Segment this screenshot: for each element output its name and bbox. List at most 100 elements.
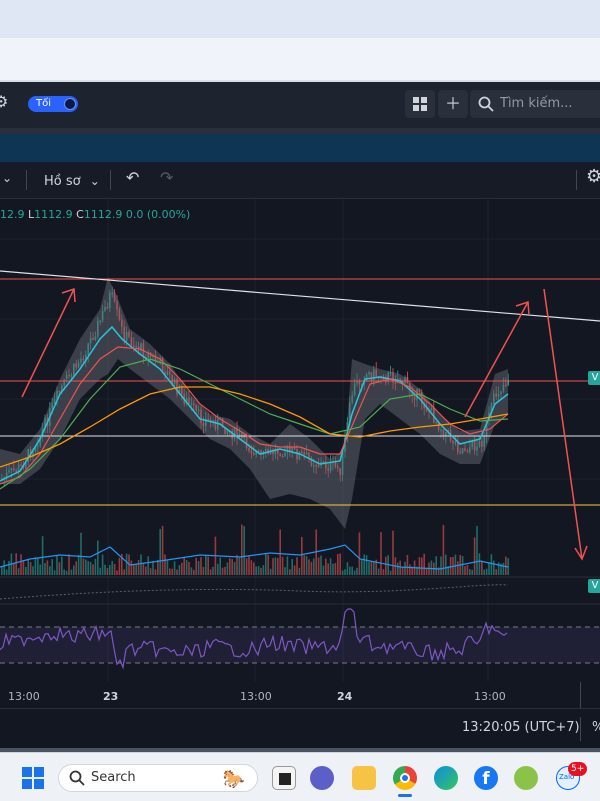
volume-bar bbox=[157, 559, 159, 575]
volume-bar bbox=[49, 566, 51, 575]
chart-toolbar: ⌄ Hồ sơ ⌄ ↶ ↷ ⚙ bbox=[0, 162, 600, 199]
settings-icon[interactable]: ⚙ bbox=[0, 92, 8, 111]
profile-dropdown[interactable]: Hồ sơ ⌄ bbox=[44, 170, 100, 189]
volume-bar bbox=[332, 563, 334, 575]
add-button[interactable]: ＋ bbox=[438, 90, 468, 118]
theme-toggle[interactable]: Tối bbox=[28, 96, 78, 112]
volume-bar bbox=[118, 557, 121, 575]
volume-bar bbox=[382, 569, 385, 575]
profile-label: Hồ sơ bbox=[44, 174, 81, 189]
volume-bar bbox=[130, 560, 133, 575]
volume-bar bbox=[32, 566, 34, 575]
active-indicator bbox=[398, 794, 412, 797]
volume-bar bbox=[281, 556, 284, 575]
volume-bar bbox=[197, 561, 200, 575]
volume-bar bbox=[404, 561, 406, 575]
volume-bar bbox=[111, 561, 113, 575]
facebook-icon[interactable]: f bbox=[474, 766, 498, 790]
volume-bar bbox=[109, 565, 111, 575]
volume-bar bbox=[188, 562, 190, 575]
volume-bar bbox=[293, 565, 296, 575]
volume-bar bbox=[457, 561, 459, 575]
file-explorer-icon[interactable] bbox=[352, 766, 376, 790]
rsi-band bbox=[0, 627, 600, 663]
volume-bar bbox=[399, 560, 401, 575]
toolbar-divider bbox=[26, 170, 27, 190]
chrome-icon[interactable] bbox=[393, 766, 417, 790]
taskbar-search[interactable]: Search 🐎 bbox=[58, 764, 258, 792]
volume-bar bbox=[22, 560, 25, 575]
volume-bar bbox=[161, 525, 164, 575]
volume-bar bbox=[3, 560, 5, 575]
time-axis[interactable]: 13:00 23 13:00 24 13:00 bbox=[0, 682, 600, 708]
legend-close-label: C bbox=[76, 208, 84, 221]
volume-bar bbox=[344, 569, 346, 575]
coccoc-icon[interactable] bbox=[514, 766, 538, 790]
video-call-icon[interactable] bbox=[310, 766, 334, 790]
volume-bar bbox=[248, 556, 250, 575]
volume-bar bbox=[257, 566, 260, 575]
volume-bar bbox=[320, 555, 322, 575]
volume-bar bbox=[61, 556, 63, 575]
volume-bar bbox=[461, 556, 464, 575]
volume-bar bbox=[140, 554, 142, 575]
percent-toggle[interactable]: % bbox=[592, 720, 600, 735]
volume-bar bbox=[145, 566, 147, 575]
clock-label[interactable]: 13:20:05 (UTC+7) bbox=[462, 720, 580, 735]
volume-bar bbox=[505, 556, 507, 575]
layout-grid-button[interactable] bbox=[405, 90, 435, 118]
volume-bar bbox=[269, 568, 272, 575]
volume-bar bbox=[265, 553, 267, 575]
volume-bar bbox=[310, 561, 313, 575]
volume-bar bbox=[149, 568, 152, 575]
volume-bar bbox=[135, 563, 137, 575]
volume-bar bbox=[305, 556, 308, 575]
chevron-down-icon[interactable]: ⌄ bbox=[2, 171, 12, 185]
volume-bar bbox=[87, 561, 89, 575]
volume-bar bbox=[272, 558, 274, 575]
volume-bar bbox=[37, 557, 39, 575]
volume-bar bbox=[243, 526, 245, 575]
volume-bar bbox=[51, 559, 53, 575]
volume-bar bbox=[25, 566, 27, 575]
zalo-badge: 5+ bbox=[568, 762, 588, 776]
chart-area[interactable]: 12.9 L1112.9 C1112.9 0.0 (0.00%) V V bbox=[0, 199, 600, 682]
redo-icon[interactable]: ↷ bbox=[160, 168, 173, 187]
volume-bar bbox=[46, 560, 49, 575]
volume-bar bbox=[418, 557, 421, 575]
volume-bar bbox=[27, 558, 29, 575]
volume-bar bbox=[104, 564, 106, 575]
volume-bar bbox=[469, 569, 471, 575]
price-chart[interactable] bbox=[0, 199, 600, 682]
volume-bar bbox=[202, 566, 205, 575]
chevron-down-icon: ⌄ bbox=[89, 174, 100, 188]
volume-bar bbox=[401, 566, 404, 575]
volume-bar bbox=[286, 556, 289, 575]
volume-bar bbox=[466, 564, 469, 575]
volume-bar bbox=[301, 536, 303, 575]
theme-toggle-label: Tối bbox=[36, 98, 52, 109]
volume-bar bbox=[358, 532, 361, 575]
search-box[interactable]: Tìm kiếm... bbox=[470, 90, 600, 118]
edge-icon[interactable] bbox=[434, 766, 458, 790]
volume-bar bbox=[440, 556, 442, 575]
volume-bar bbox=[147, 556, 149, 575]
settings-icon[interactable]: ⚙ bbox=[586, 166, 600, 187]
price-tag-lower: V bbox=[588, 579, 600, 593]
volume-bar bbox=[483, 569, 485, 575]
volume-bar bbox=[226, 562, 229, 575]
volume-bar bbox=[1, 566, 3, 575]
task-view-icon[interactable] bbox=[272, 766, 296, 790]
volume-bar bbox=[63, 569, 65, 575]
volume-bar bbox=[233, 561, 236, 575]
volume-bar bbox=[291, 558, 293, 575]
windows-start-icon[interactable] bbox=[22, 767, 44, 789]
volume-bar bbox=[442, 524, 445, 575]
volume-bar bbox=[267, 554, 269, 575]
volume-bar bbox=[476, 526, 478, 575]
undo-icon[interactable]: ↶ bbox=[126, 168, 139, 187]
volume-bar bbox=[217, 563, 219, 575]
search-icon bbox=[69, 770, 85, 786]
volume-bar bbox=[421, 557, 423, 575]
time-label: 13:00 bbox=[8, 690, 40, 703]
